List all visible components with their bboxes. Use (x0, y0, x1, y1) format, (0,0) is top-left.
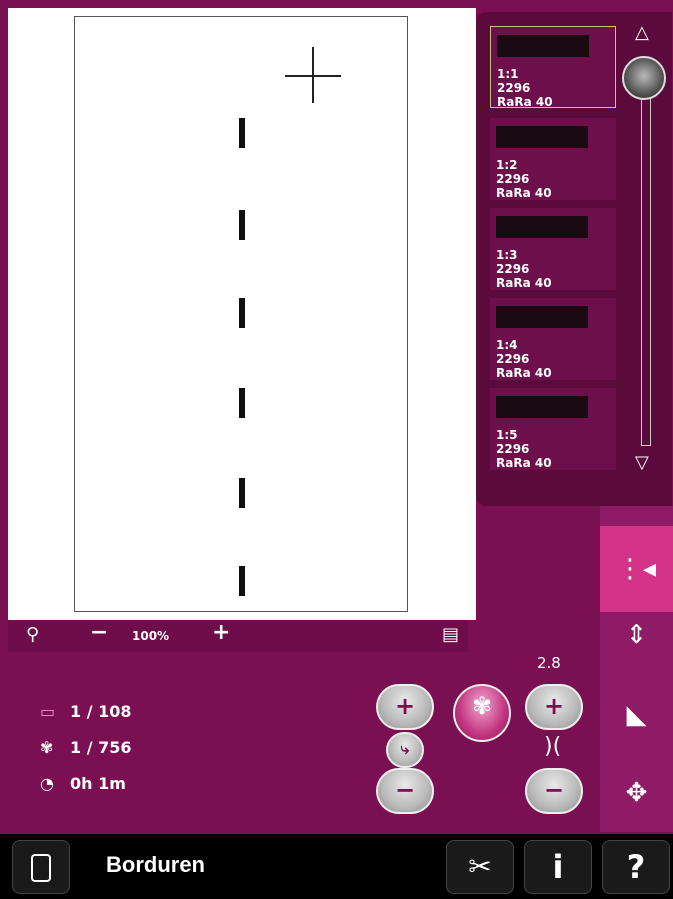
stitch-mark (239, 118, 245, 148)
color-list-item[interactable]: 1:4 2296 RaRa 40 (490, 298, 616, 380)
thread-swatch (496, 306, 588, 328)
stitch-mark (239, 388, 245, 418)
edit-tool-icon[interactable]: ◣ (600, 680, 673, 750)
scroll-down-icon[interactable]: ▽ (635, 452, 649, 473)
stitch-mark (239, 210, 245, 240)
stitch-mark (239, 478, 245, 508)
zoom-out-button[interactable]: − (90, 620, 108, 645)
center-design-icon[interactable]: ✥ (600, 758, 673, 828)
color-list-item[interactable]: 1:1 2296 RaRa 40 (490, 26, 616, 109)
scrollbar-track[interactable] (641, 70, 651, 446)
go-to-stitch-button[interactable]: ⤷ (386, 732, 424, 768)
zoom-in-button[interactable]: + (212, 620, 230, 645)
scrollbar-thumb[interactable] (622, 56, 666, 100)
crosshair-vertical (312, 47, 314, 103)
thread-swatch (497, 35, 589, 57)
zoom-level: 100% (132, 629, 170, 643)
thread-swatch (496, 396, 588, 418)
settings-tools-button[interactable]: ✂ (446, 840, 514, 894)
tension-value: 2.8 (537, 654, 561, 672)
zoom-bar: ⚲ − 100% + ▤ (8, 620, 468, 652)
color-list-item[interactable]: 1:5 2296 RaRa 40 (490, 388, 616, 470)
zoom-options-icon[interactable]: ⚲ (26, 624, 39, 645)
color-list-item[interactable]: 1:2 2296 RaRa 40 (490, 118, 616, 200)
menu-button[interactable] (12, 840, 70, 894)
thread-swatch (496, 216, 588, 238)
hoop-icon[interactable]: ▤ (442, 624, 459, 645)
tension-decrease-button[interactable]: − (525, 768, 583, 814)
stitch-forward-button[interactable]: + (376, 684, 434, 730)
tension-icon: )( (544, 734, 562, 759)
info-button[interactable]: i (524, 840, 592, 894)
design-select-button[interactable]: ✾ (453, 684, 511, 742)
move-hoop-icon[interactable]: ⇕ (600, 600, 673, 670)
mode-title: Borduren (106, 852, 205, 877)
stitch-counter: ✾ 1 / 756 (40, 738, 132, 757)
tension-increase-button[interactable]: + (525, 684, 583, 730)
time-counter: ◔ 0h 1m (40, 774, 126, 793)
scroll-up-icon[interactable]: △ (635, 22, 649, 43)
thread-swatch (496, 126, 588, 148)
help-button[interactable]: ? (602, 840, 670, 894)
color-list-item[interactable]: 1:3 2296 RaRa 40 (490, 208, 616, 290)
stitch-mark (239, 566, 245, 596)
stitch-backward-button[interactable]: − (376, 768, 434, 814)
stitch-out-tool-icon[interactable]: ⋮◂ (600, 534, 673, 604)
stitch-mark (239, 298, 245, 328)
color-block-counter: ▭ 1 / 108 (40, 702, 132, 721)
